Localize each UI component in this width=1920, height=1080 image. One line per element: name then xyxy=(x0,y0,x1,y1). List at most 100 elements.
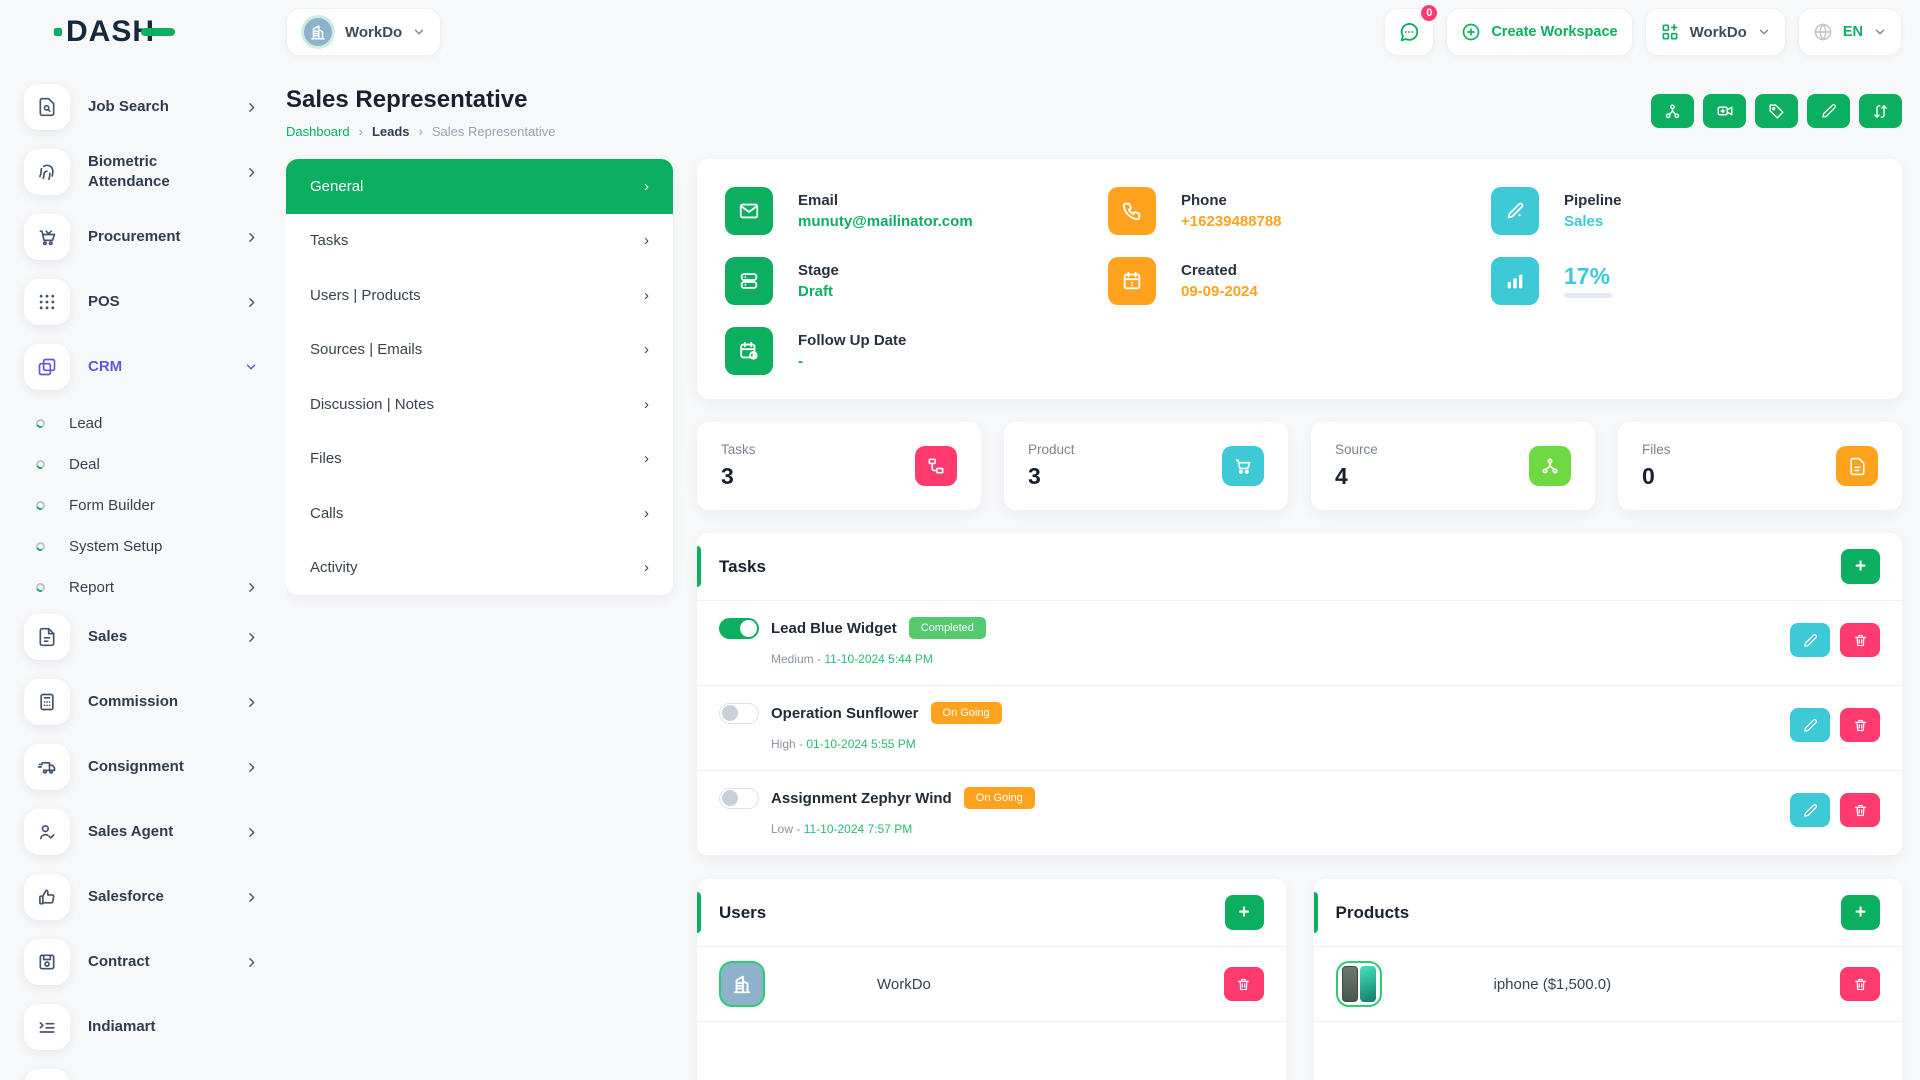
tab-activity[interactable]: Activity› xyxy=(286,541,673,596)
create-workspace-label: Create Workspace xyxy=(1491,24,1617,40)
account-menu[interactable]: WorkDo xyxy=(1645,8,1786,56)
task-row: Operation Sunflower On Going High - 01-1… xyxy=(697,686,1902,771)
messages-badge: 0 xyxy=(1419,3,1439,23)
stat-card-tasks: Tasks3 xyxy=(697,422,981,510)
stat-value: 3 xyxy=(1028,463,1075,490)
add-task-button[interactable]: + xyxy=(1841,549,1880,584)
sidebar-item-label: Sales Agent xyxy=(88,822,173,842)
edit-task-button[interactable] xyxy=(1790,623,1830,657)
trash-icon xyxy=(1853,633,1868,648)
sidebar-item-biometric-attendance[interactable]: Biometric Attendance xyxy=(24,143,258,201)
sidebar-item-pos[interactable]: POS xyxy=(24,273,258,331)
pen-icon xyxy=(1491,187,1539,235)
field-value: +16239488788 xyxy=(1181,213,1282,230)
field-label: Phone xyxy=(1181,192,1282,209)
chevron-right-icon: › xyxy=(644,559,649,576)
grid-plus-icon xyxy=(1660,22,1680,42)
task-toggle[interactable] xyxy=(719,703,759,724)
sidebar-subitem-label: Lead xyxy=(69,415,102,432)
chevron-down-icon xyxy=(1757,25,1771,39)
tab-users-products[interactable]: Users | Products› xyxy=(286,268,673,323)
video-record-button[interactable] xyxy=(1703,94,1746,128)
flow-icon xyxy=(915,446,957,486)
tab-files[interactable]: Files› xyxy=(286,432,673,487)
sidebar-item-indiamart[interactable]: Indiamart xyxy=(24,998,258,1056)
language-selector[interactable]: EN xyxy=(1798,8,1902,56)
sidebar-item-crm[interactable]: CRM xyxy=(24,338,258,396)
task-name: Lead Blue Widget xyxy=(771,620,897,637)
sidebar-item-inventory[interactable]: Inventory xyxy=(24,1063,258,1080)
sidebar-item-salesforce[interactable]: Salesforce xyxy=(24,868,258,926)
tab-general[interactable]: General› xyxy=(286,159,673,214)
mail-icon xyxy=(725,187,773,235)
page-title: Sales Representative xyxy=(286,86,555,114)
sidebar-subitem-deal[interactable]: Deal xyxy=(24,444,258,485)
sidebar-subitem-form-builder[interactable]: Form Builder xyxy=(24,485,258,526)
file-icon xyxy=(1836,446,1878,486)
tab-discussion-notes[interactable]: Discussion | Notes› xyxy=(286,377,673,432)
plus-circle-icon xyxy=(1461,22,1481,42)
breadcrumb: Dashboard › Leads › Sales Representative xyxy=(286,124,555,139)
chevron-right-icon: › xyxy=(644,396,649,413)
add-user-button[interactable]: + xyxy=(1225,895,1264,930)
delete-product-button[interactable] xyxy=(1840,967,1880,1001)
tasks-card: Tasks + Lead Blue Widget Completed Mediu… xyxy=(697,533,1902,856)
sidebar-subitem-system-setup[interactable]: System Setup xyxy=(24,526,258,567)
edit-task-button[interactable] xyxy=(1790,708,1830,742)
sidebar-item-contract[interactable]: Contract xyxy=(24,933,258,991)
chevron-right-icon xyxy=(245,101,258,114)
sidebar-item-consignment[interactable]: Consignment xyxy=(24,738,258,796)
sidebar-item-commission[interactable]: Commission xyxy=(24,673,258,731)
delete-task-button[interactable] xyxy=(1840,623,1880,657)
stat-card-product: Product3 xyxy=(1004,422,1288,510)
org-chart-button[interactable] xyxy=(1651,94,1694,128)
sidebar-item-procurement[interactable]: Procurement xyxy=(24,208,258,266)
field-value: Draft xyxy=(798,283,839,300)
create-workspace-button[interactable]: Create Workspace xyxy=(1446,8,1632,56)
tab-calls[interactable]: Calls› xyxy=(286,486,673,541)
breadcrumb-dashboard[interactable]: Dashboard xyxy=(286,124,350,139)
tab-tasks[interactable]: Tasks› xyxy=(286,214,673,269)
edit-task-button[interactable] xyxy=(1790,793,1830,827)
tag-button[interactable] xyxy=(1755,94,1798,128)
tab-sources-emails[interactable]: Sources | Emails› xyxy=(286,323,673,378)
breadcrumb-leads[interactable]: Leads xyxy=(372,124,410,139)
sidebar-item-label: Commission xyxy=(88,692,178,712)
delete-task-button[interactable] xyxy=(1840,708,1880,742)
building-icon xyxy=(731,973,753,995)
pencil-icon xyxy=(1821,103,1837,119)
task-date: 01-10-2024 5:55 PM xyxy=(806,737,915,751)
messages-button[interactable]: 0 xyxy=(1384,8,1434,56)
task-toggle[interactable] xyxy=(719,618,759,639)
task-name: Assignment Zephyr Wind xyxy=(771,790,952,807)
status-badge: On Going xyxy=(964,787,1035,809)
task-priority: Low - xyxy=(771,822,804,836)
task-toggle[interactable] xyxy=(719,788,759,809)
field-label: Stage xyxy=(798,262,839,279)
chevron-right-icon xyxy=(245,761,258,774)
trash-icon xyxy=(1853,803,1868,818)
chevron-right-icon xyxy=(245,581,258,594)
sidebar-subitem-lead[interactable]: Lead xyxy=(24,403,258,444)
workspace-selector[interactable]: WorkDo xyxy=(286,8,441,56)
status-badge: On Going xyxy=(931,702,1002,724)
sidebar-subitem-report[interactable]: Report xyxy=(24,567,258,608)
products-title: Products xyxy=(1336,903,1410,923)
convert-button[interactable] xyxy=(1859,94,1902,128)
edit-lead-button[interactable] xyxy=(1807,94,1850,128)
add-product-button[interactable]: + xyxy=(1841,895,1880,930)
field-phone: Phone +16239488788 xyxy=(1108,183,1491,239)
stat-value: 4 xyxy=(1335,463,1378,490)
delete-user-button[interactable] xyxy=(1224,967,1264,1001)
task-meta: High - 01-10-2024 5:55 PM xyxy=(771,737,1790,751)
chevron-right-icon xyxy=(245,891,258,904)
delete-task-button[interactable] xyxy=(1840,793,1880,827)
product-row: iphone ($1,500.0) xyxy=(1314,947,1903,1022)
copy-icon xyxy=(24,344,70,390)
logo[interactable]: DASH xyxy=(66,15,175,49)
stat-card-source: Source4 xyxy=(1311,422,1595,510)
sidebar-item-sales[interactable]: Sales xyxy=(24,608,258,666)
sidebar-item-job-search[interactable]: Job Search xyxy=(24,78,258,136)
fingerprint-icon xyxy=(24,149,70,195)
sidebar-item-sales-agent[interactable]: Sales Agent xyxy=(24,803,258,861)
